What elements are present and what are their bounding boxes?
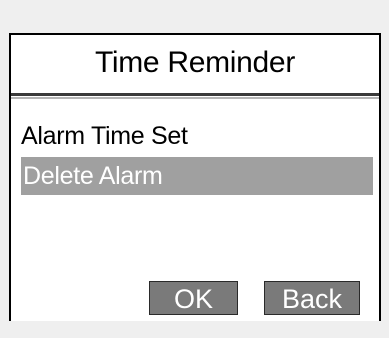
dialog-title: Time Reminder bbox=[94, 46, 296, 79]
dialog-header: Time Reminder bbox=[11, 35, 379, 99]
ok-button[interactable]: OK bbox=[149, 281, 238, 315]
time-reminder-dialog: Time Reminder Alarm Time Set Delete Alar… bbox=[9, 33, 381, 321]
device-screen: Time Reminder Alarm Time Set Delete Alar… bbox=[0, 0, 389, 338]
menu-item-alarm-time-set[interactable]: Alarm Time Set bbox=[21, 116, 373, 156]
menu-list: Alarm Time Set Delete Alarm bbox=[21, 116, 373, 195]
back-button[interactable]: Back bbox=[264, 281, 360, 315]
menu-item-delete-alarm[interactable]: Delete Alarm bbox=[21, 157, 373, 195]
